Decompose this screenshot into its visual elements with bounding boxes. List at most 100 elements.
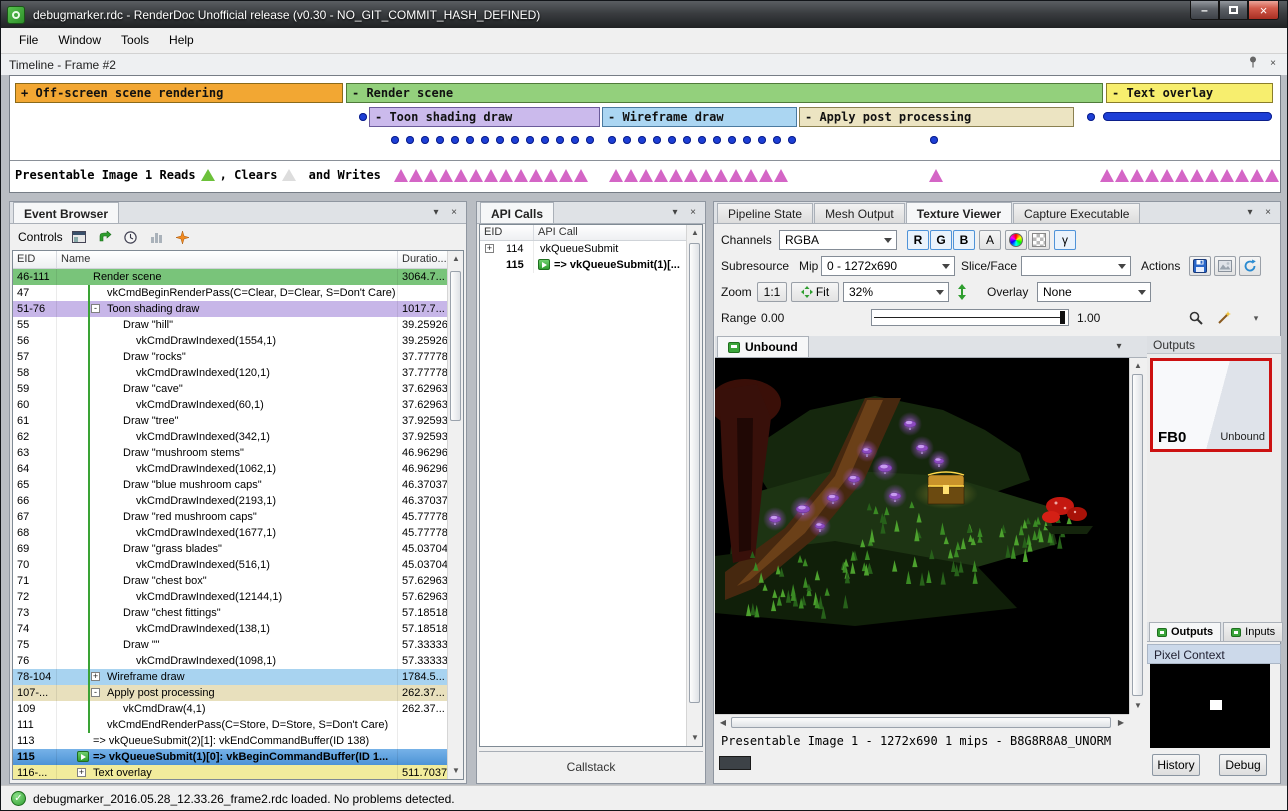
timeline-marker-bar[interactable]: - Wireframe draw	[602, 107, 797, 127]
write-triangle-icon[interactable]	[1265, 169, 1279, 182]
event-dot[interactable]	[608, 136, 616, 144]
menu-tools[interactable]: Tools	[111, 28, 159, 53]
bookmark-star-icon[interactable]	[173, 227, 193, 247]
tab-event-browser[interactable]: Event Browser	[13, 202, 119, 223]
timeline-marker-bar[interactable]: - Render scene	[346, 83, 1103, 103]
titlebar[interactable]: debugmarker.rdc - RenderDoc Unofficial r…	[1, 1, 1287, 28]
close-button[interactable]: ×	[1248, 1, 1279, 20]
scrollbar-thumb[interactable]	[1132, 374, 1143, 696]
event-dot[interactable]	[743, 136, 751, 144]
timeline-marker-bar[interactable]: - Text overlay	[1106, 83, 1273, 103]
tab-pipeline-state[interactable]: Pipeline State	[717, 203, 813, 223]
autofit-range-button[interactable]	[1185, 308, 1207, 328]
event-row[interactable]: 111vkCmdEndRenderPass(C=Store, D=Store, …	[13, 717, 447, 733]
channel-r-button[interactable]: R	[907, 230, 929, 250]
channel-b-button[interactable]: B	[953, 230, 975, 250]
write-triangle-icon[interactable]	[439, 169, 453, 182]
background-checker-button[interactable]	[1028, 230, 1050, 250]
range-slider[interactable]	[871, 309, 1069, 326]
event-dot[interactable]	[1087, 113, 1095, 121]
gamma-button[interactable]: γ	[1054, 230, 1076, 250]
scrollbar-thumb[interactable]	[731, 717, 1111, 728]
event-dot[interactable]	[451, 136, 459, 144]
column-eid[interactable]: EID	[480, 225, 534, 240]
event-dot[interactable]	[683, 136, 691, 144]
event-dot[interactable]	[586, 136, 594, 144]
write-triangle-icon[interactable]	[574, 169, 588, 182]
event-dot[interactable]	[758, 136, 766, 144]
texture-scene-image[interactable]	[715, 358, 1129, 714]
event-dot[interactable]	[773, 136, 781, 144]
event-row[interactable]: 63Draw "mushroom stems"46.96296	[13, 445, 447, 461]
write-triangle-icon[interactable]	[1220, 169, 1234, 182]
timeline-close-icon[interactable]: ×	[1265, 56, 1281, 72]
expand-box-icon[interactable]: -	[91, 304, 100, 313]
panel-close-icon[interactable]: ×	[1260, 205, 1276, 221]
minimize-button[interactable]: –	[1190, 1, 1219, 20]
event-row[interactable]: 55Draw "hill"39.25926	[13, 317, 447, 333]
scrollbar-thumb[interactable]	[689, 243, 700, 703]
event-row[interactable]: 72vkCmdDrawIndexed(12144,1)57.62963	[13, 589, 447, 605]
write-triangle-icon[interactable]	[1130, 169, 1144, 182]
panel-close-icon[interactable]: ×	[685, 205, 701, 221]
expand-box-icon[interactable]: +	[77, 768, 86, 777]
zoom-fit-button[interactable]: Fit	[791, 282, 839, 302]
expand-box-icon[interactable]: +	[485, 244, 494, 253]
write-triangle-icon[interactable]	[929, 169, 943, 182]
event-row[interactable]: 71Draw "chest box"57.62963	[13, 573, 447, 589]
event-row[interactable]: 56vkCmdDrawIndexed(1554,1)39.25926	[13, 333, 447, 349]
event-dot[interactable]	[638, 136, 646, 144]
event-row[interactable]: 69Draw "grass blades"45.03704	[13, 541, 447, 557]
zoom-1to1-button[interactable]: 1:1	[757, 282, 787, 302]
channels-select[interactable]: RGBA	[779, 230, 897, 250]
event-dot[interactable]	[541, 136, 549, 144]
write-triangle-icon[interactable]	[529, 169, 543, 182]
write-triangle-icon[interactable]	[609, 169, 623, 182]
event-dot[interactable]	[713, 136, 721, 144]
write-triangle-icon[interactable]	[654, 169, 668, 182]
refresh-button[interactable]	[1239, 256, 1261, 276]
event-dot[interactable]	[623, 136, 631, 144]
pixel-context-view[interactable]	[1150, 664, 1270, 748]
event-row[interactable]: 75Draw ""57.33333	[13, 637, 447, 653]
overlay-select[interactable]: None	[1037, 282, 1151, 302]
history-button[interactable]: History	[1152, 754, 1200, 776]
write-triangle-icon[interactable]	[1205, 169, 1219, 182]
jump-icon[interactable]	[95, 227, 115, 247]
flip-y-button[interactable]	[953, 282, 971, 302]
scroll-left-icon[interactable]: ◀	[715, 715, 731, 731]
write-triangle-icon[interactable]	[774, 169, 788, 182]
column-name[interactable]: Name	[57, 251, 398, 268]
event-row[interactable]: 58vkCmdDrawIndexed(120,1)37.77778	[13, 365, 447, 381]
write-triangle-icon[interactable]	[409, 169, 423, 182]
event-dot[interactable]	[406, 136, 414, 144]
panel-menu-icon[interactable]: ▾	[667, 205, 683, 221]
column-eid[interactable]: EID	[13, 251, 57, 268]
event-dot[interactable]	[788, 136, 796, 144]
event-row[interactable]: 109vkCmdDraw(4,1)262.37...	[13, 701, 447, 717]
write-triangle-icon[interactable]	[1175, 169, 1189, 182]
write-triangle-icon[interactable]	[559, 169, 573, 182]
event-dot[interactable]	[698, 136, 706, 144]
event-row[interactable]: 46-111Render scene3064.7...	[13, 269, 447, 285]
write-triangle-icon[interactable]	[624, 169, 638, 182]
write-triangle-icon[interactable]	[1100, 169, 1114, 182]
event-dot[interactable]	[526, 136, 534, 144]
scroll-up-icon[interactable]: ▲	[448, 251, 464, 267]
menu-file[interactable]: File	[9, 28, 48, 53]
event-dot[interactable]	[391, 136, 399, 144]
write-triangle-icon[interactable]	[544, 169, 558, 182]
api-scrollbar[interactable]: ▲ ▼	[686, 225, 702, 746]
tab-inputs[interactable]: Inputs	[1223, 622, 1283, 641]
zoom-select[interactable]: 32%	[843, 282, 949, 302]
event-dot[interactable]	[421, 136, 429, 144]
expand-box-icon[interactable]: -	[91, 688, 100, 697]
write-triangle-icon[interactable]	[1145, 169, 1159, 182]
event-row[interactable]: 66vkCmdDrawIndexed(2193,1)46.37037	[13, 493, 447, 509]
write-triangle-icon[interactable]	[1160, 169, 1174, 182]
scroll-down-icon[interactable]: ▼	[448, 763, 464, 779]
debug-button[interactable]: Debug	[1219, 754, 1267, 776]
channel-g-button[interactable]: G	[930, 230, 952, 250]
texture-tab-unbound[interactable]: Unbound	[717, 336, 809, 357]
event-dot[interactable]	[556, 136, 564, 144]
